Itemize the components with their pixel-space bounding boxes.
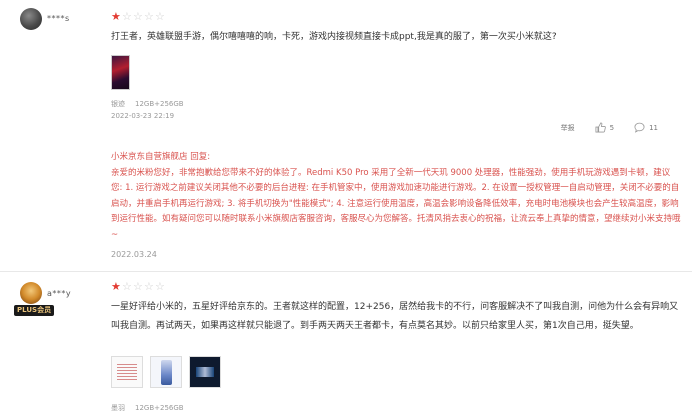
review-actions: 举报 5 11	[541, 122, 658, 133]
star-icon: ☆	[122, 10, 132, 23]
star-icon: ☆	[122, 280, 132, 293]
variant-color: 墨羽	[111, 404, 125, 412]
review-image-thumbnail[interactable]	[111, 356, 143, 388]
review-item: ****s ★☆☆☆☆ 打王者，英雄联盟手游，偶尔嘻嘻嘻的响，卡死，游戏内接视频…	[0, 0, 692, 272]
review-image-thumbnail[interactable]	[111, 55, 130, 90]
review-date: 2022-03-23 22:19	[111, 112, 175, 120]
like-count: 5	[609, 123, 615, 132]
review-images	[111, 55, 130, 90]
star-icon: ☆	[155, 280, 165, 293]
star-rating: ★☆☆☆☆	[111, 11, 166, 23]
avatar[interactable]	[20, 8, 42, 30]
username[interactable]: ****s	[47, 14, 70, 23]
product-spec: 银迹 12GB+256GB	[111, 99, 184, 109]
product-spec: 墨羽 12GB+256GB	[111, 403, 184, 413]
comment-count: 11	[649, 123, 658, 132]
star-icon: ☆	[133, 10, 143, 23]
thumbs-up-icon	[595, 122, 606, 133]
star-icon: ☆	[133, 280, 143, 293]
report-link[interactable]: 举报	[561, 123, 575, 133]
star-icon: ★	[111, 10, 121, 23]
reply-author: 小米京东自营旗舰店 回复:	[111, 152, 211, 162]
star-icon: ☆	[155, 10, 165, 23]
star-rating: ★☆☆☆☆	[111, 281, 166, 293]
review-image-thumbnail[interactable]	[150, 356, 182, 388]
comment-button[interactable]: 11	[634, 122, 658, 133]
comment-icon	[634, 122, 645, 133]
review-text: 一星好评给小米的，五星好评给京东的。王者就这样的配置，12+256，居然给我卡的…	[111, 302, 679, 331]
star-icon: ☆	[144, 10, 154, 23]
review-item: a***y PLUS会员 ★☆☆☆☆ 一星好评给小米的，五星好评给京东的。王者就…	[0, 272, 692, 413]
variant-spec: 12GB+256GB	[135, 100, 184, 108]
reply-date: 2022.03.24	[111, 250, 157, 259]
review-text: 打王者，英雄联盟手游，偶尔嘻嘻嘻的响，卡死，游戏内接视频直接卡成ppt,我是真的…	[111, 32, 557, 42]
reply-text: 亲爱的米粉您好，非常抱歉给您带来不好的体验了。Redmi K50 Pro 采用了…	[111, 167, 681, 240]
plus-member-badge: PLUS会员	[14, 305, 55, 316]
username[interactable]: a***y	[47, 289, 71, 298]
variant-spec: 12GB+256GB	[135, 404, 184, 412]
like-button[interactable]: 5	[595, 122, 614, 133]
review-images	[111, 356, 221, 388]
merchant-reply: 小米京东自营旗舰店 回复: 亲爱的米粉您好，非常抱歉给您带来不好的体验了。Red…	[111, 150, 681, 243]
avatar[interactable]	[20, 282, 42, 304]
review-image-thumbnail[interactable]	[189, 356, 221, 388]
star-icon: ★	[111, 280, 121, 293]
star-icon: ☆	[144, 280, 154, 293]
variant-color: 银迹	[111, 100, 125, 108]
